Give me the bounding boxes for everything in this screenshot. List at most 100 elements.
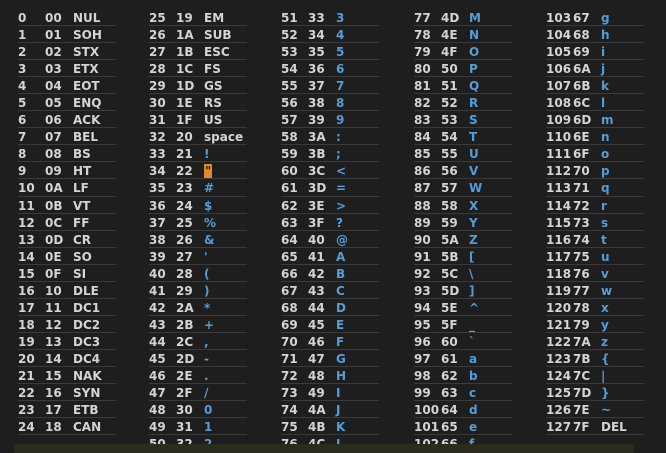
ascii-row: 66 42 B xyxy=(281,265,379,282)
hex-value: 25 xyxy=(176,215,193,230)
ascii-row: 28 1C FS xyxy=(149,60,247,78)
char-value: ^ xyxy=(469,300,480,315)
hex-value: 0B xyxy=(45,198,63,213)
dec-value: 36 xyxy=(149,198,166,213)
char-value: O xyxy=(469,45,480,60)
char-value: v xyxy=(601,266,609,281)
dec-value: 72 xyxy=(281,368,298,383)
hex-value: 01 xyxy=(45,28,62,43)
char-value: { xyxy=(601,351,610,366)
ascii-row: 67 43 C xyxy=(281,282,379,299)
hex-value: 2E xyxy=(176,368,193,383)
hex-value: 1D xyxy=(176,79,195,94)
dec-value: 64 xyxy=(281,232,298,247)
ascii-row: 21 15 NAK xyxy=(18,367,116,385)
ascii-row: 2 02 STX xyxy=(18,43,116,61)
char-value: ( xyxy=(204,266,210,281)
char-value: ENQ xyxy=(73,96,102,111)
char-value: K xyxy=(336,420,346,435)
char-value: _ xyxy=(469,317,475,332)
char-value: q xyxy=(601,181,610,196)
dec-value: 110 xyxy=(546,130,572,145)
dec-value: 56 xyxy=(281,96,298,111)
hex-value: 7E xyxy=(573,403,590,418)
dec-value: 70 xyxy=(281,334,298,349)
ascii-row: 58 3A: xyxy=(281,128,379,146)
char-value: d xyxy=(469,403,478,418)
hex-value: 65 xyxy=(441,420,458,435)
hex-value: 0C xyxy=(45,215,63,230)
char-value: ] xyxy=(469,283,475,298)
char-value: Q xyxy=(469,79,480,94)
dec-value: 75 xyxy=(281,420,298,435)
hex-value: 60 xyxy=(441,334,458,349)
dec-value: 113 xyxy=(546,181,572,196)
hex-value: 34 xyxy=(308,28,325,43)
ascii-row: 70 46 F xyxy=(281,333,379,350)
ascii-row: 105 69 i xyxy=(546,43,644,61)
dec-value: 107 xyxy=(546,79,572,94)
hex-value: 3B xyxy=(308,147,326,162)
ascii-row: 121 79 y xyxy=(546,316,644,333)
char-value: B xyxy=(336,266,346,281)
ascii-row: 114 72 r xyxy=(546,197,644,214)
char-value: G xyxy=(336,351,346,366)
char-value: 8 xyxy=(336,96,345,111)
char-value: " xyxy=(204,164,213,179)
dec-value: 22 xyxy=(18,386,35,401)
ascii-row: 120 78 x xyxy=(546,299,644,316)
hex-value: 3E xyxy=(308,198,325,213)
char-value: m xyxy=(601,113,614,128)
dec-value: 88 xyxy=(414,198,431,213)
ascii-row: 4 04 EOT xyxy=(18,77,116,95)
hex-value: 7B xyxy=(573,351,591,366)
char-value: s xyxy=(601,215,609,230)
ascii-row: 27 1B ESC xyxy=(149,43,247,61)
hex-value: 68 xyxy=(573,28,590,43)
hex-value: 31 xyxy=(176,420,193,435)
hex-value: 74 xyxy=(573,232,590,247)
ascii-row: 85 55 U xyxy=(414,145,512,163)
dec-value: 25 xyxy=(149,11,166,25)
ascii-row: 127 7F DEL xyxy=(546,418,644,436)
char-value: ACK xyxy=(73,113,101,128)
ascii-row: 72 48 H xyxy=(281,367,379,385)
dec-value: 108 xyxy=(546,96,572,111)
hex-value: 56 xyxy=(441,164,458,179)
char-value: = xyxy=(336,181,347,196)
hex-value: 61 xyxy=(441,351,458,366)
ascii-row: 39 27 ' xyxy=(149,248,247,265)
ascii-row: 107 6B k xyxy=(546,77,644,95)
dec-value: 106 xyxy=(546,62,572,77)
hex-value: 6E xyxy=(573,130,590,145)
ascii-row: 9 09 HT xyxy=(18,162,116,180)
dec-value: 90 xyxy=(414,232,431,247)
dec-value: 23 xyxy=(18,403,35,418)
ascii-row: 31 1F US xyxy=(149,111,247,129)
dec-value: 39 xyxy=(149,249,166,264)
hex-value: 73 xyxy=(573,215,590,230)
dec-value: 118 xyxy=(546,266,572,281)
char-value: 5 xyxy=(336,45,345,60)
hex-value: 1F xyxy=(176,113,193,128)
char-value: p xyxy=(601,164,610,179)
ascii-row: 25 19 EM xyxy=(149,9,247,27)
ascii-row: 113 71 q xyxy=(546,179,644,197)
char-value: z xyxy=(601,334,608,349)
char-value: S xyxy=(469,113,478,128)
ascii-row: 51 33 3 xyxy=(281,9,379,27)
ascii-row: 47 2F / xyxy=(149,384,247,402)
dec-value: 74 xyxy=(281,403,298,418)
ascii-row: 104 68 h xyxy=(546,26,644,44)
char-value: o xyxy=(601,147,610,162)
hex-value: 05 xyxy=(45,96,62,111)
dec-value: 37 xyxy=(149,215,166,230)
hex-value: 54 xyxy=(441,130,458,145)
char-value: I xyxy=(336,386,341,401)
dec-value: 21 xyxy=(18,368,35,383)
ascii-row: 5 05 ENQ xyxy=(18,94,116,112)
dec-value: 117 xyxy=(546,249,572,264)
ascii-row: 68 44 D xyxy=(281,299,379,316)
dec-value: 46 xyxy=(149,368,166,383)
ascii-row: 98 62 b xyxy=(414,367,512,385)
